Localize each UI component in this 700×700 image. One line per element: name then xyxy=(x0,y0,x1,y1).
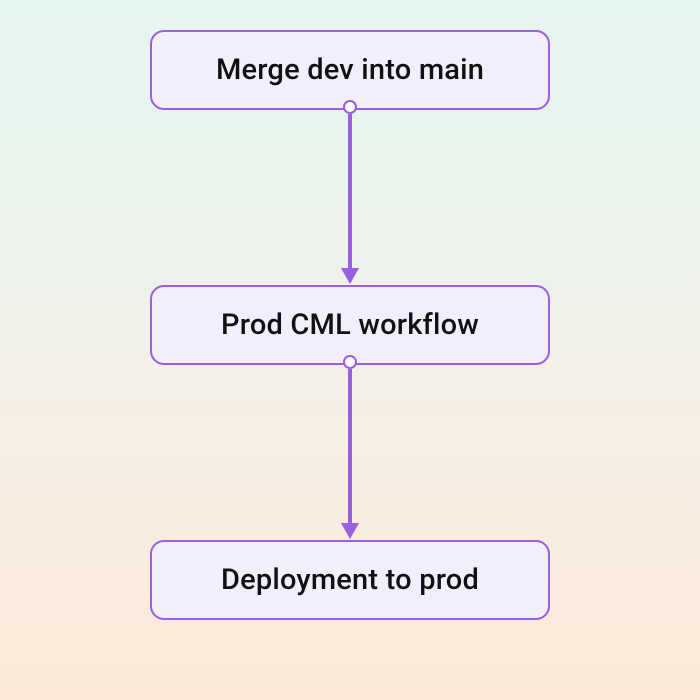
flow-edge-merge-to-cml xyxy=(345,109,355,284)
connector-start-dot xyxy=(343,100,357,114)
flow-node-label: Deployment to prod xyxy=(221,563,479,597)
flow-node-label: Prod CML workflow xyxy=(221,308,479,342)
connector-start-dot xyxy=(343,355,357,369)
connector-line xyxy=(348,114,352,270)
flow-node-label: Merge dev into main xyxy=(216,53,484,87)
arrow-down-icon xyxy=(341,268,359,284)
flow-edge-cml-to-deploy xyxy=(345,364,355,539)
flow-node-merge: Merge dev into main xyxy=(150,30,550,110)
connector-line xyxy=(348,369,352,525)
flowchart-canvas: Merge dev into main Prod CML workflow De… xyxy=(0,0,700,700)
flow-node-cml: Prod CML workflow xyxy=(150,285,550,365)
flow-node-deploy: Deployment to prod xyxy=(150,540,550,620)
arrow-down-icon xyxy=(341,523,359,539)
